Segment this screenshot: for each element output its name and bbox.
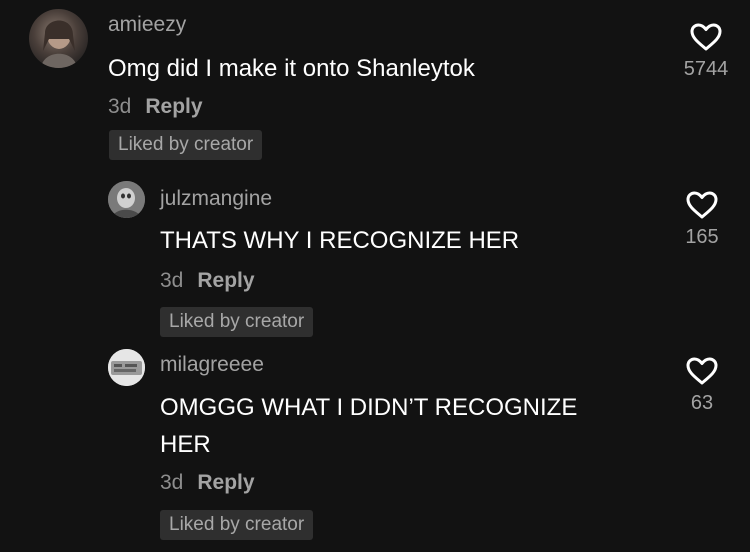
reply-button[interactable]: Reply [197,269,254,292]
comment-age: 3d [160,471,184,494]
comment-meta: 3d Reply [160,269,255,293]
liked-by-creator-badge: Liked by creator [109,130,263,160]
comment-age: 3d [160,269,184,292]
avatar[interactable] [29,9,88,68]
like-count: 165 [685,226,719,248]
comment-text: THATS WHY I RECOGNIZE HER [160,227,520,254]
heart-outline-icon[interactable] [685,356,719,386]
comment-username[interactable]: amieezy [108,13,186,37]
like-button[interactable]: 165 [672,190,732,249]
avatar[interactable] [108,181,145,218]
comment-text: OMGGG WHAT I DIDN’T RECOGNIZE HER [160,394,578,458]
comment-username[interactable]: julzmangine [160,187,272,211]
like-button[interactable]: 5744 [676,22,736,81]
comment-age: 3d [108,95,132,118]
comment-meta: 3d Reply [160,471,255,495]
heart-outline-icon[interactable] [685,190,719,220]
comment-text: Omg did I make it onto Shanleytok [108,55,475,82]
comment-meta: 3d Reply [108,95,203,119]
like-button[interactable]: 63 [672,356,732,415]
like-count: 5744 [683,58,729,80]
like-count: 63 [690,392,714,414]
liked-by-creator-badge: Liked by creator [160,307,314,337]
heart-outline-icon[interactable] [689,22,723,52]
comment-username[interactable]: milagreeee [160,353,264,377]
reply-button[interactable]: Reply [197,471,254,494]
liked-by-creator-badge: Liked by creator [160,510,314,540]
avatar[interactable] [108,349,145,386]
reply-button[interactable]: Reply [145,95,202,118]
